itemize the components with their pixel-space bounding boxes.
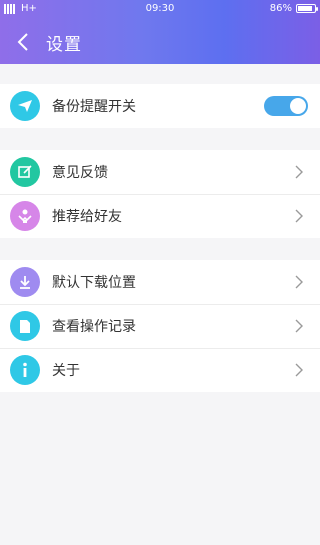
status-bar: H+ 09:30 86% [0, 0, 320, 18]
battery-percent: 86% [269, 3, 292, 14]
chevron-right-icon [288, 205, 310, 227]
back-button[interactable] [4, 24, 42, 60]
chevron-right-icon [288, 161, 310, 183]
backup-reminder-toggle[interactable] [264, 96, 308, 116]
app-header: H+ 09:30 86% 设置 [0, 0, 320, 64]
setting-row-backup-reminder: 备份提醒开关 [0, 84, 320, 128]
setting-label: 关于 [52, 363, 80, 379]
chevron-right-icon [288, 315, 310, 337]
setting-row-feedback[interactable]: 意见反馈 [0, 150, 320, 194]
chevron-right-icon [288, 271, 310, 293]
setting-label: 推荐给好友 [52, 209, 122, 225]
edit-icon [10, 157, 40, 187]
settings-group-misc: 默认下载位置 查看操作记录 关于 [0, 260, 320, 392]
setting-row-download-location[interactable]: 默认下载位置 [0, 260, 320, 304]
setting-row-operation-log[interactable]: 查看操作记录 [0, 304, 320, 348]
settings-group-backup: 备份提醒开关 [0, 84, 320, 128]
setting-row-recommend[interactable]: 推荐给好友 [0, 194, 320, 238]
document-icon [10, 311, 40, 341]
setting-label: 意见反馈 [52, 165, 108, 181]
paper-plane-icon [10, 91, 40, 121]
info-icon [10, 355, 40, 385]
share-gift-icon [10, 201, 40, 231]
setting-label: 查看操作记录 [52, 319, 136, 335]
settings-group-feedback: 意见反馈 推荐给好友 [0, 150, 320, 238]
page-title: 设置 [46, 34, 82, 55]
battery-icon [296, 4, 318, 13]
chevron-left-icon [17, 33, 28, 51]
download-icon [10, 267, 40, 297]
setting-label: 备份提醒开关 [52, 99, 136, 115]
setting-label: 默认下载位置 [52, 275, 136, 291]
chevron-right-icon [288, 359, 310, 381]
setting-row-about[interactable]: 关于 [0, 348, 320, 392]
